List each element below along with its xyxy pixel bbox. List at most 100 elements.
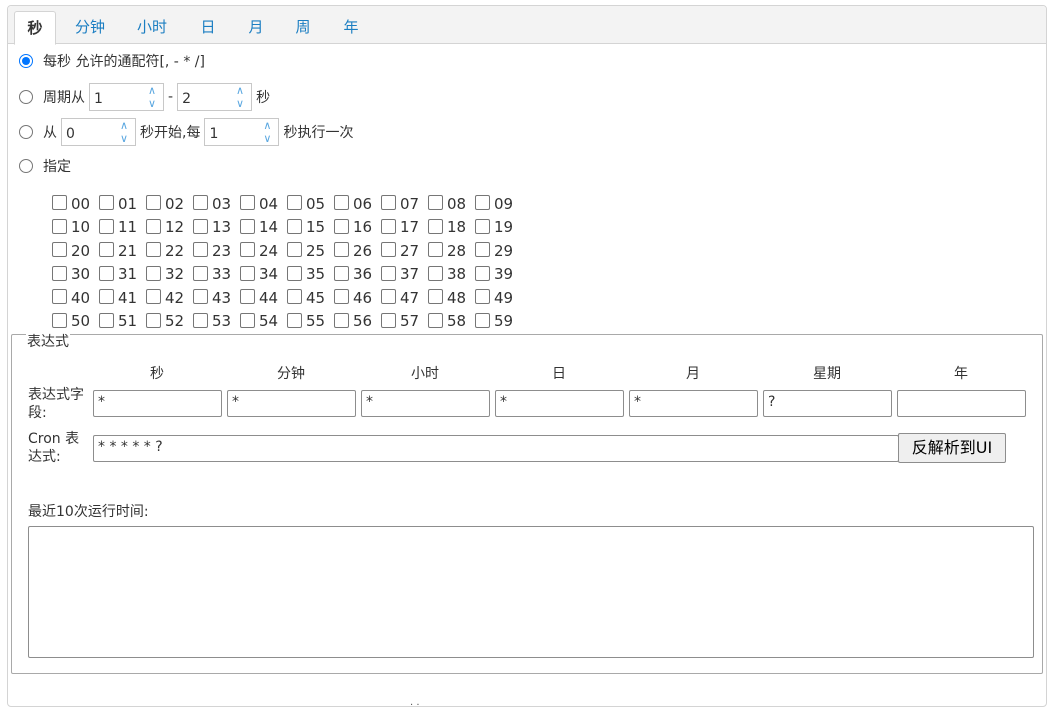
second-checkbox-item[interactable]: 55: [287, 309, 334, 333]
second-checkbox-item[interactable]: 41: [99, 285, 146, 309]
tab-year[interactable]: 年: [333, 11, 369, 44]
checkbox[interactable]: [287, 242, 302, 258]
second-checkbox-item[interactable]: 18: [428, 215, 475, 239]
checkbox[interactable]: [240, 289, 255, 305]
field-year[interactable]: [897, 390, 1026, 417]
second-checkbox-item[interactable]: 45: [287, 285, 334, 309]
second-checkbox-item[interactable]: 13: [193, 215, 240, 239]
checkbox[interactable]: [287, 195, 302, 211]
checkbox[interactable]: [193, 289, 208, 305]
tab-hour[interactable]: 小时: [128, 11, 176, 44]
recent-runs-textarea[interactable]: [28, 526, 1034, 658]
checkbox[interactable]: [287, 289, 302, 305]
checkbox[interactable]: [428, 312, 443, 328]
checkbox[interactable]: [146, 312, 161, 328]
spin-up-icon[interactable]: ∧: [113, 119, 135, 132]
checkbox[interactable]: [475, 289, 490, 305]
checkbox[interactable]: [334, 218, 349, 234]
second-checkbox-item[interactable]: 26: [334, 238, 381, 262]
second-checkbox-item[interactable]: 22: [146, 238, 193, 262]
checkbox[interactable]: [381, 218, 396, 234]
spin-up-icon[interactable]: ∧: [141, 84, 163, 97]
checkbox[interactable]: [52, 242, 67, 258]
field-weekday[interactable]: ?: [763, 390, 892, 417]
second-checkbox-item[interactable]: 40: [52, 285, 99, 309]
second-checkbox-item[interactable]: 09: [475, 191, 522, 215]
second-checkbox-item[interactable]: 28: [428, 238, 475, 262]
second-checkbox-item[interactable]: 03: [193, 191, 240, 215]
checkbox[interactable]: [475, 218, 490, 234]
checkbox[interactable]: [475, 195, 490, 211]
checkbox[interactable]: [240, 242, 255, 258]
checkbox[interactable]: [99, 242, 114, 258]
checkbox[interactable]: [475, 312, 490, 328]
checkbox[interactable]: [428, 195, 443, 211]
checkbox[interactable]: [428, 242, 443, 258]
second-checkbox-item[interactable]: 07: [381, 191, 428, 215]
second-checkbox-item[interactable]: 59: [475, 309, 522, 333]
checkbox[interactable]: [287, 312, 302, 328]
checkbox[interactable]: [193, 265, 208, 281]
second-checkbox-item[interactable]: 36: [334, 262, 381, 286]
checkbox[interactable]: [381, 195, 396, 211]
radio-every-second[interactable]: [19, 54, 33, 68]
checkbox[interactable]: [475, 265, 490, 281]
second-checkbox-item[interactable]: 02: [146, 191, 193, 215]
second-checkbox-item[interactable]: 50: [52, 309, 99, 333]
checkbox[interactable]: [146, 242, 161, 258]
second-checkbox-item[interactable]: 54: [240, 309, 287, 333]
second-checkbox-item[interactable]: 47: [381, 285, 428, 309]
checkbox[interactable]: [146, 195, 161, 211]
radio-cycle[interactable]: [19, 90, 33, 104]
second-checkbox-item[interactable]: 14: [240, 215, 287, 239]
field-hour[interactable]: *: [361, 390, 490, 417]
checkbox[interactable]: [240, 265, 255, 281]
interval-start-spinner[interactable]: 0 ∧ ∨: [61, 118, 136, 146]
second-checkbox-item[interactable]: 58: [428, 309, 475, 333]
checkbox[interactable]: [240, 312, 255, 328]
checkbox[interactable]: [52, 265, 67, 281]
second-checkbox-item[interactable]: 08: [428, 191, 475, 215]
second-checkbox-item[interactable]: 39: [475, 262, 522, 286]
spin-down-icon[interactable]: ∨: [113, 132, 135, 145]
second-checkbox-item[interactable]: 37: [381, 262, 428, 286]
second-checkbox-item[interactable]: 19: [475, 215, 522, 239]
spin-down-icon[interactable]: ∨: [229, 97, 251, 110]
second-checkbox-item[interactable]: 57: [381, 309, 428, 333]
second-checkbox-item[interactable]: 15: [287, 215, 334, 239]
second-checkbox-item[interactable]: 04: [240, 191, 287, 215]
checkbox[interactable]: [240, 195, 255, 211]
field-month[interactable]: *: [629, 390, 758, 417]
checkbox[interactable]: [193, 242, 208, 258]
second-checkbox-item[interactable]: 46: [334, 285, 381, 309]
second-checkbox-item[interactable]: 01: [99, 191, 146, 215]
field-minute[interactable]: *: [227, 390, 356, 417]
second-checkbox-item[interactable]: 23: [193, 238, 240, 262]
checkbox[interactable]: [99, 195, 114, 211]
second-checkbox-item[interactable]: 44: [240, 285, 287, 309]
second-checkbox-item[interactable]: 32: [146, 262, 193, 286]
second-checkbox-item[interactable]: 06: [334, 191, 381, 215]
second-checkbox-item[interactable]: 49: [475, 285, 522, 309]
checkbox[interactable]: [334, 195, 349, 211]
checkbox[interactable]: [381, 265, 396, 281]
second-checkbox-item[interactable]: 31: [99, 262, 146, 286]
second-checkbox-item[interactable]: 20: [52, 238, 99, 262]
second-checkbox-item[interactable]: 43: [193, 285, 240, 309]
checkbox[interactable]: [287, 218, 302, 234]
checkbox[interactable]: [381, 289, 396, 305]
checkbox[interactable]: [52, 195, 67, 211]
radio-interval[interactable]: [19, 125, 33, 139]
field-day[interactable]: *: [495, 390, 624, 417]
checkbox[interactable]: [381, 312, 396, 328]
checkbox[interactable]: [193, 312, 208, 328]
checkbox[interactable]: [52, 218, 67, 234]
second-checkbox-item[interactable]: 21: [99, 238, 146, 262]
checkbox[interactable]: [381, 242, 396, 258]
checkbox[interactable]: [428, 265, 443, 281]
checkbox[interactable]: [99, 289, 114, 305]
checkbox[interactable]: [428, 289, 443, 305]
second-checkbox-item[interactable]: 30: [52, 262, 99, 286]
checkbox[interactable]: [334, 312, 349, 328]
second-checkbox-item[interactable]: 00: [52, 191, 99, 215]
